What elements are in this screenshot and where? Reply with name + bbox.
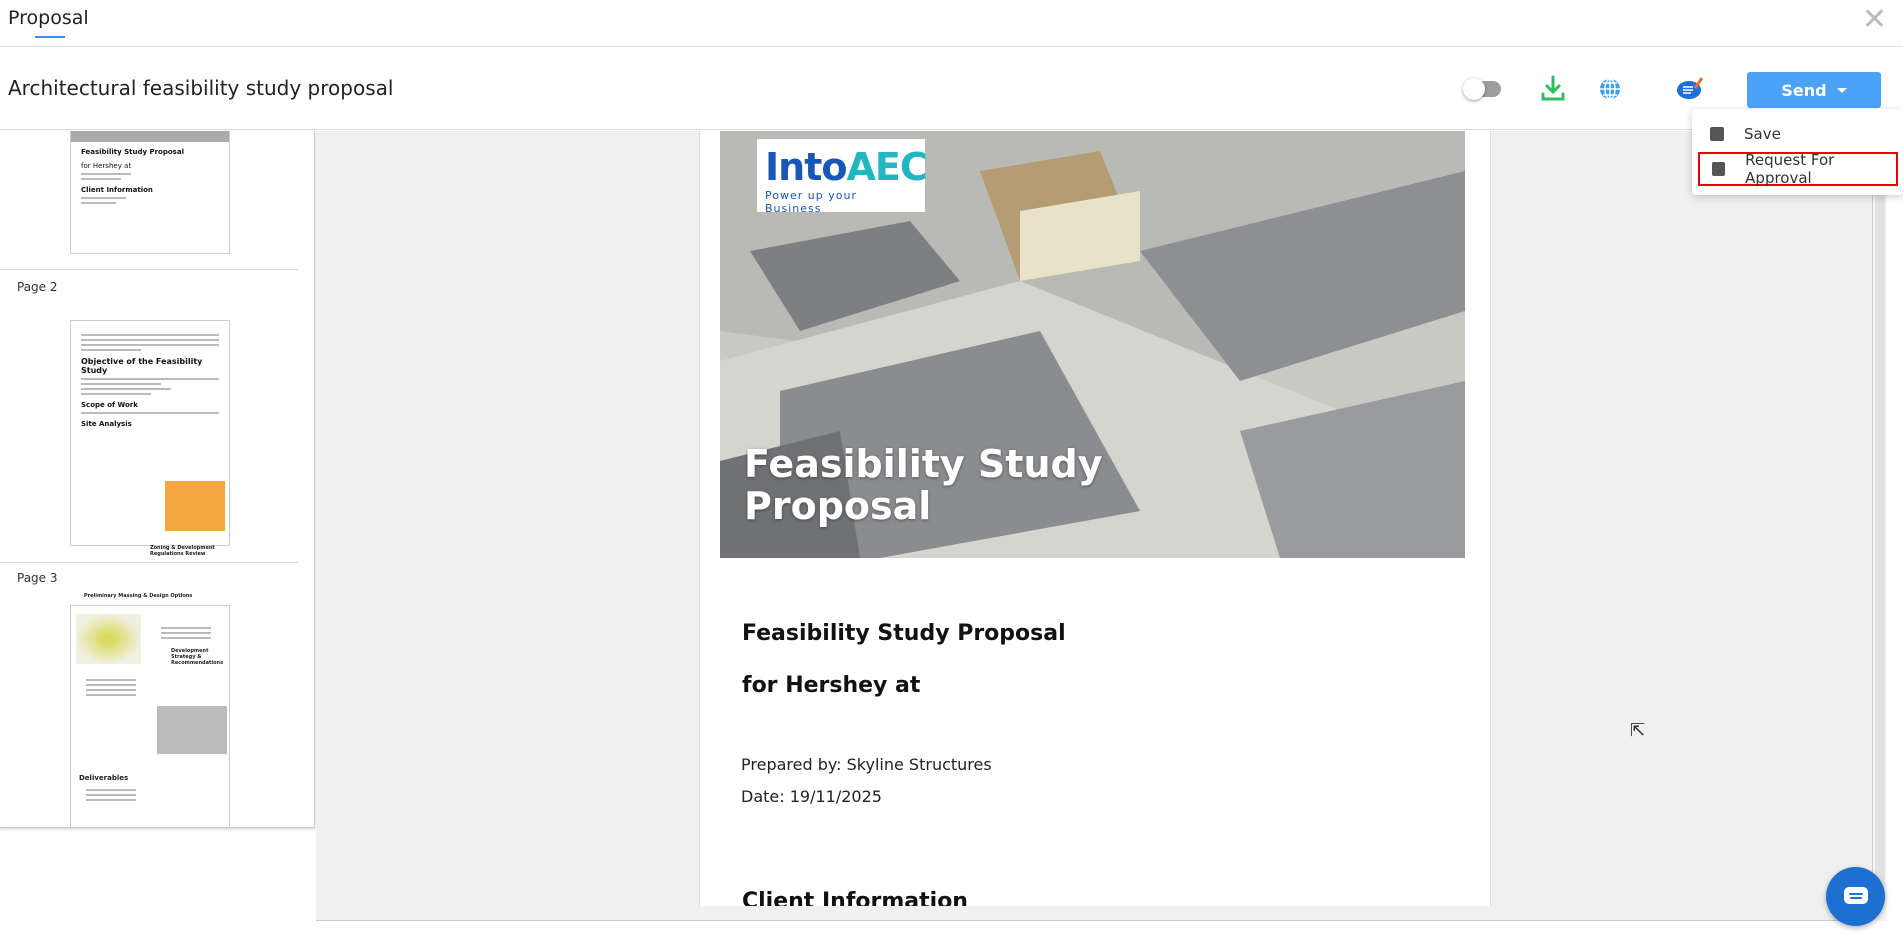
menu-item-save[interactable]: Save — [1698, 117, 1898, 151]
page-label: Page 2 — [17, 280, 58, 294]
menu-item-label: Save — [1744, 125, 1781, 143]
approval-icon — [1712, 162, 1726, 176]
save-icon — [1710, 127, 1724, 141]
chevron-down-icon — [1836, 87, 1847, 93]
cover-image: IntoAEC Power up your Business Feasibili… — [720, 131, 1465, 558]
mouse-cursor-icon: ⇱ — [1630, 720, 1646, 741]
send-label: Send — [1781, 80, 1827, 100]
thumb-text: Client Information — [81, 186, 153, 194]
chat-widget-button[interactable] — [1826, 867, 1885, 926]
thumb-text: Zoning & Development Regulations Review — [150, 545, 215, 557]
chat-icon — [1843, 886, 1868, 904]
intoaec-logo: IntoAEC Power up your Business — [757, 139, 928, 215]
active-tab-indicator — [35, 36, 65, 38]
title-row: Architectural feasibility study proposal… — [0, 48, 1903, 130]
section-heading: Client Information — [742, 889, 968, 906]
thumb-text: Feasibility Study Proposal — [81, 148, 184, 156]
top-bar: Proposal ✕ — [0, 0, 1903, 47]
page-label: Page 3 — [17, 571, 58, 585]
scrollbar-thumb[interactable] — [1875, 141, 1885, 901]
globe-icon[interactable] — [1595, 74, 1625, 104]
date: Date: 19/11/2025 — [741, 787, 882, 806]
cover-title: Feasibility Study Proposal — [744, 442, 1103, 528]
page-thumbnails-panel: Feasibility Study Proposal for Hershey a… — [0, 131, 315, 828]
prepared-by: Prepared by: Skyline Structures — [741, 755, 992, 774]
download-icon[interactable] — [1538, 74, 1568, 104]
thumb-text: Objective of the Feasibility Study — [81, 357, 203, 375]
vertical-scrollbar[interactable] — [1873, 131, 1887, 921]
logo-wordmark: IntoAEC — [765, 145, 928, 189]
thumbnail-image: Objective of the Feasibility Study Scope… — [70, 320, 230, 546]
document-page: IntoAEC Power up your Business Feasibili… — [699, 131, 1491, 906]
toggle-switch[interactable] — [1463, 78, 1501, 100]
menu-item-request-for-approval[interactable]: Request For Approval — [1698, 151, 1898, 187]
thumb-text: Development Strategy & Recommendations — [171, 648, 224, 666]
send-button[interactable]: Send — [1747, 72, 1881, 108]
thumb-text: for Hershey at — [81, 162, 132, 170]
thumbnail-image: Feasibility Study Proposal for Hershey a… — [70, 131, 230, 254]
close-icon[interactable]: ✕ — [1862, 2, 1887, 37]
chat-edit-icon[interactable] — [1675, 74, 1705, 104]
logo-tagline: Power up your Business — [765, 189, 857, 215]
proposal-title: Feasibility Study Proposal — [742, 621, 1066, 646]
thumbnail-page-3[interactable]: Page 3 Preliminary Massing & Design Opti… — [0, 563, 298, 827]
thumbnail-image: Development Strategy & Recommendations D… — [70, 605, 230, 827]
thumbnail-page-1[interactable]: Feasibility Study Proposal for Hershey a… — [0, 131, 298, 270]
thumb-text: Scope of Work — [81, 401, 138, 409]
send-dropdown-menu: Save Request For Approval — [1692, 109, 1903, 195]
thumb-text: Site Analysis — [81, 420, 132, 428]
proposal-subtitle: for Hershey at — [742, 673, 921, 698]
thumb-text: Deliverables — [79, 774, 129, 782]
document-title: Architectural feasibility study proposal — [8, 76, 394, 100]
menu-item-label: Request For Approval — [1745, 151, 1835, 187]
thumbnail-page-2[interactable]: Page 2 Objective of the Feasibility Stud… — [0, 270, 298, 563]
thumb-text: Preliminary Massing & Design Options — [84, 593, 193, 599]
document-viewer: IntoAEC Power up your Business Feasibili… — [316, 131, 1873, 921]
tab-proposal[interactable]: Proposal — [8, 7, 89, 29]
